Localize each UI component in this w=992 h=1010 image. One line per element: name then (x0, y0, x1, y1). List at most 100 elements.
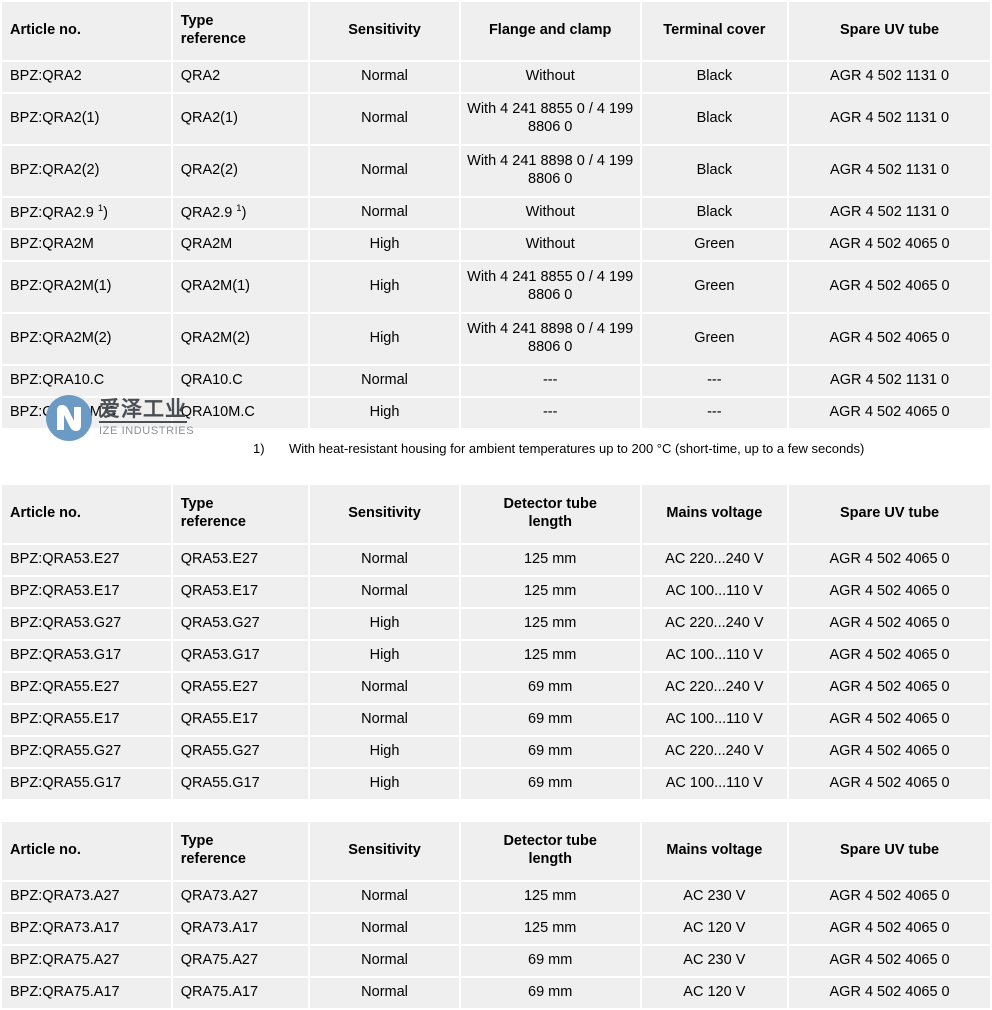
column-header-type-reference: Typereference (173, 485, 309, 543)
cell-terminal-cover: --- (642, 398, 788, 428)
cell-spare-uv-tube: AGR 4 502 1131 0 (789, 62, 990, 92)
cell-type-reference: QRA73.A27 (173, 882, 309, 912)
column-header-article-no: Article no. (2, 2, 171, 60)
cell-spare-uv-tube: AGR 4 502 4065 0 (789, 914, 990, 944)
table-row: BPZ:QRA10.CQRA10.CNormal------AGR 4 502 … (2, 366, 990, 396)
cell-detector-tube-length: 69 mm (461, 946, 640, 976)
cell-type-reference: QRA2M(2) (173, 314, 309, 364)
cell-spare-uv-tube: AGR 4 502 4065 0 (789, 769, 990, 799)
table-body-qra73-qra75-series: BPZ:QRA73.A27QRA73.A27Normal125 mmAC 230… (2, 882, 990, 1008)
cell-spare-uv-tube: AGR 4 502 4065 0 (789, 545, 990, 575)
column-header-detector-tube-length: Detector tubelength (461, 822, 640, 880)
cell-flange-and-clamp: --- (461, 366, 640, 396)
cell-sensitivity: Normal (310, 94, 459, 144)
cell-detector-tube-length: 125 mm (461, 609, 640, 639)
cell-sensitivity: High (310, 769, 459, 799)
column-header-sensitivity: Sensitivity (310, 822, 459, 880)
cell-article-no: BPZ:QRA73.A17 (2, 914, 171, 944)
cell-type-reference: QRA10M.C (173, 398, 309, 428)
footnote-superscript: 1 (98, 203, 103, 214)
column-header-mains-voltage: Mains voltage (642, 485, 788, 543)
table-row: BPZ:QRA2(2)QRA2(2)NormalWith 4 241 8898 … (2, 146, 990, 196)
cell-terminal-cover: Green (642, 230, 788, 260)
cell-spare-uv-tube: AGR 4 502 4065 0 (789, 262, 990, 312)
cell-article-no: BPZ:QRA55.G27 (2, 737, 171, 767)
cell-sensitivity: High (310, 641, 459, 671)
cell-terminal-cover: Green (642, 314, 788, 364)
cell-article-no: BPZ:QRA2M(2) (2, 314, 171, 364)
cell-article-no: BPZ:QRA2M(1) (2, 262, 171, 312)
cell-article-no: BPZ:QRA2(2) (2, 146, 171, 196)
cell-mains-voltage: AC 100...110 V (642, 769, 788, 799)
footnote-band: 1) With heat-resistant housing for ambie… (0, 430, 992, 483)
column-header-spare-uv-tube: Spare UV tube (789, 485, 990, 543)
table-row: BPZ:QRA2M(1)QRA2M(1)HighWith 4 241 8855 … (2, 262, 990, 312)
product-table-qra73-qra75-series: Article no.TypereferenceSensitivityDetec… (0, 820, 992, 1010)
cell-type-reference: QRA53.G17 (173, 641, 309, 671)
table-row: BPZ:QRA55.E17QRA55.E17Normal69 mmAC 100.… (2, 705, 990, 735)
cell-sensitivity: Normal (310, 673, 459, 703)
cell-sensitivity: Normal (310, 146, 459, 196)
table-row: BPZ:QRA53.E17QRA53.E17Normal125 mmAC 100… (2, 577, 990, 607)
table-container-qra2-series: Article no.TypereferenceSensitivityFlang… (0, 0, 992, 430)
table-row: BPZ:QRA55.E27QRA55.E27Normal69 mmAC 220.… (2, 673, 990, 703)
cell-mains-voltage: AC 230 V (642, 946, 788, 976)
table-row: BPZ:QRA2(1)QRA2(1)NormalWith 4 241 8855 … (2, 94, 990, 144)
cell-mains-voltage: AC 220...240 V (642, 737, 788, 767)
cell-detector-tube-length: 125 mm (461, 914, 640, 944)
cell-type-reference: QRA2(2) (173, 146, 309, 196)
cell-mains-voltage: AC 100...110 V (642, 705, 788, 735)
cell-article-no: BPZ:QRA10M.C (2, 398, 171, 428)
cell-article-no: BPZ:QRA2(1) (2, 94, 171, 144)
cell-spare-uv-tube: AGR 4 502 1131 0 (789, 146, 990, 196)
cell-mains-voltage: AC 120 V (642, 978, 788, 1008)
cell-type-reference: QRA73.A17 (173, 914, 309, 944)
cell-sensitivity: Normal (310, 545, 459, 575)
column-header-type-reference: Typereference (173, 2, 309, 60)
cell-article-no: BPZ:QRA75.A17 (2, 978, 171, 1008)
cell-spare-uv-tube: AGR 4 502 4065 0 (789, 398, 990, 428)
cell-sensitivity: Normal (310, 705, 459, 735)
column-header-sensitivity: Sensitivity (310, 485, 459, 543)
cell-mains-voltage: AC 120 V (642, 914, 788, 944)
footnote-text: With heat-resistant housing for ambient … (289, 441, 864, 456)
cell-mains-voltage: AC 220...240 V (642, 673, 788, 703)
cell-type-reference: QRA2 (173, 62, 309, 92)
cell-mains-voltage: AC 230 V (642, 882, 788, 912)
cell-article-no: BPZ:QRA53.E17 (2, 577, 171, 607)
column-header-detector-tube-length: Detector tubelength (461, 485, 640, 543)
cell-article-no: BPZ:QRA2.9 1) (2, 198, 171, 228)
cell-sensitivity: Normal (310, 914, 459, 944)
cell-type-reference: QRA75.A27 (173, 946, 309, 976)
cell-article-no: BPZ:QRA55.E17 (2, 705, 171, 735)
cell-sensitivity: High (310, 609, 459, 639)
table-row: BPZ:QRA2MQRA2MHighWithoutGreenAGR 4 502 … (2, 230, 990, 260)
table-spacer (0, 801, 992, 820)
column-header-type-reference: Typereference (173, 822, 309, 880)
cell-sensitivity: Normal (310, 946, 459, 976)
column-header-article-no: Article no. (2, 485, 171, 543)
cell-type-reference: QRA2M(1) (173, 262, 309, 312)
cell-spare-uv-tube: AGR 4 502 4065 0 (789, 978, 990, 1008)
header-row: Article no.TypereferenceSensitivityDetec… (2, 822, 990, 880)
cell-sensitivity: High (310, 314, 459, 364)
cell-article-no: BPZ:QRA55.E27 (2, 673, 171, 703)
header-row: Article no.TypereferenceSensitivityFlang… (2, 2, 990, 60)
cell-sensitivity: Normal (310, 577, 459, 607)
cell-mains-voltage: AC 100...110 V (642, 641, 788, 671)
header-row: Article no.TypereferenceSensitivityDetec… (2, 485, 990, 543)
cell-flange-and-clamp: With 4 241 8855 0 / 4 199 8806 0 (461, 94, 640, 144)
table-row: BPZ:QRA53.E27QRA53.E27Normal125 mmAC 220… (2, 545, 990, 575)
cell-spare-uv-tube: AGR 4 502 1131 0 (789, 366, 990, 396)
cell-mains-voltage: AC 100...110 V (642, 577, 788, 607)
cell-flange-and-clamp: With 4 241 8855 0 / 4 199 8806 0 (461, 262, 640, 312)
cell-type-reference: QRA2.9 1) (173, 198, 309, 228)
cell-detector-tube-length: 69 mm (461, 705, 640, 735)
cell-mains-voltage: AC 220...240 V (642, 545, 788, 575)
cell-spare-uv-tube: AGR 4 502 4065 0 (789, 641, 990, 671)
cell-type-reference: QRA55.G27 (173, 737, 309, 767)
cell-detector-tube-length: 125 mm (461, 882, 640, 912)
table-row: BPZ:QRA75.A17QRA75.A17Normal69 mmAC 120 … (2, 978, 990, 1008)
cell-type-reference: QRA2M (173, 230, 309, 260)
cell-sensitivity: High (310, 398, 459, 428)
